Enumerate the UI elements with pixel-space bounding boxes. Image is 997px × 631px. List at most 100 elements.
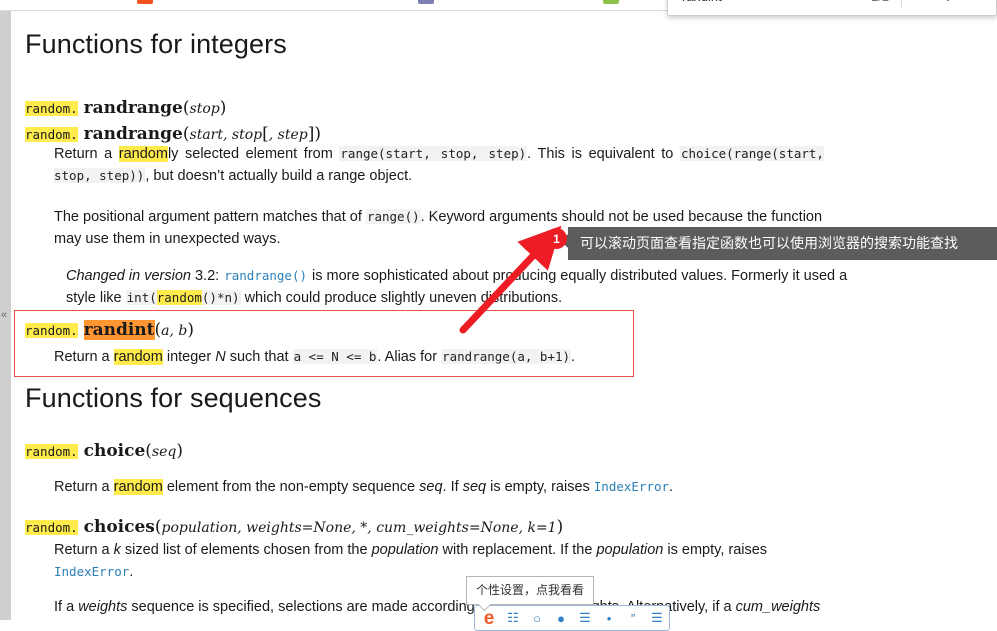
person-icon[interactable]: ● (551, 608, 571, 628)
function-name: randrange (83, 98, 183, 118)
text-fragment: which could produce slightly uneven dist… (240, 290, 563, 306)
text-fragment: The positional argument pattern matches … (54, 209, 366, 225)
close-paren: ) (219, 98, 227, 118)
text-fragment: . If (442, 479, 463, 495)
open-paren: ( (182, 124, 190, 144)
callout-tooltip-2-label: 个性设置，点我看看 (476, 583, 585, 597)
gutter-collapse-marker[interactable]: « (1, 310, 7, 321)
bookmark-icon-3[interactable] (603, 0, 619, 4)
code-fragment: int( (126, 290, 157, 305)
param-seq: seq (462, 479, 487, 495)
paragraph-choice-return: Return a random element from the non-emp… (54, 476, 844, 498)
code-fragment: ()*n) (201, 290, 240, 305)
open-paren: ( (182, 98, 190, 118)
module-prefix: random. (25, 520, 78, 535)
callout-badge-1: 1 (546, 228, 567, 249)
module-prefix: random. (25, 101, 78, 116)
function-params: seq (151, 444, 177, 460)
menu-icon[interactable]: ☰ (647, 608, 667, 628)
bookmark-icon-1[interactable] (137, 0, 153, 4)
quote-icon[interactable]: ” (623, 608, 643, 628)
find-next-button[interactable]: ⌄ (934, 0, 962, 11)
close-paren: ) (314, 124, 321, 144)
heading-functions-for-sequences: Functions for sequences (25, 383, 322, 413)
close-paren: ) (556, 517, 564, 537)
text-fragment: ly selected element from (167, 146, 340, 162)
param-population: population (596, 542, 664, 558)
heading-functions-for-integers: Functions for integers (25, 29, 287, 59)
link-indexerror[interactable]: IndexError (594, 479, 669, 494)
function-params: stop (189, 101, 220, 117)
text-fragment: such that (225, 349, 293, 365)
text-fragment: is empty, raises (486, 479, 594, 495)
find-separator (901, 0, 902, 7)
paragraph-changed-in-version: Changed in version 3.2: randrange() is m… (66, 265, 856, 309)
signature-randrange-stop: random. randrange(stop) (25, 95, 226, 122)
module-prefix: random. (25, 127, 78, 142)
page-bottom-toolbar[interactable]: e ☷ ○ ● ☰ • ” ☰ (474, 605, 670, 631)
inline-code-range-call: range() (365, 209, 421, 224)
text-fragment: Return a (54, 349, 114, 365)
randint-highlighted-block: random. randint(a, b) Return a random in… (14, 310, 634, 377)
inline-code-range: range(start, stop, step) (339, 146, 528, 161)
search-highlight: random (118, 146, 168, 162)
param-k: k (113, 542, 121, 558)
text-fragment: . (669, 479, 674, 495)
dot-icon[interactable]: • (599, 608, 619, 628)
find-close-button[interactable]: ✕ (962, 0, 990, 11)
paragraph-choices-weights: If a weights sequence is specified, sele… (54, 596, 844, 620)
text-fragment: with replacement. If the (438, 542, 597, 558)
callout-tooltip-2[interactable]: 个性设置，点我看看 (466, 576, 595, 605)
open-paren: ( (154, 517, 162, 537)
text-fragment: . Alias for (377, 349, 442, 365)
text-fragment: . (571, 349, 576, 365)
signature-choices: random. choices(population, weights=None… (25, 514, 563, 541)
function-params: start, stop (189, 127, 263, 143)
callout-tooltip-1: 可以滚动页面查看指定函数也可以使用浏览器的搜索功能查找 (561, 227, 997, 260)
inline-code-randrange-call: randrange() (224, 268, 308, 283)
version-number: 3.2 (194, 268, 216, 284)
text-fragment: : (215, 268, 224, 284)
inline-code-int-random: int(random()*n) (125, 290, 241, 305)
list-icon[interactable]: ☰ (575, 608, 595, 628)
function-name: choices (83, 517, 155, 537)
text-fragment: is empty, raises (663, 542, 768, 558)
param-weights: weights (78, 599, 128, 615)
optional-params: , step (268, 127, 308, 143)
find-in-page-bar[interactable]: 1/1 ⌃ ⌄ ✕ (667, 0, 997, 16)
param-n: N (215, 349, 226, 365)
search-highlight: random (113, 479, 163, 495)
text-fragment: Return a (54, 542, 114, 558)
text-fragment: integer (162, 349, 216, 365)
text-fragment: sized list of elements chosen from the (120, 542, 372, 558)
param-cum-weights: cum_weights (735, 599, 821, 615)
browser-brand-icon[interactable]: e (479, 608, 499, 628)
link-indexerror[interactable]: IndexError (54, 564, 129, 579)
close-paren: ) (176, 441, 184, 461)
function-params: a, b (161, 323, 188, 339)
paragraph-choices-return: Return a k sized list of elements chosen… (54, 539, 844, 583)
module-prefix: random. (25, 323, 78, 338)
tooltip-pointer-icon (479, 604, 491, 611)
text-fragment: element from the non-empty sequence (162, 479, 420, 495)
grid-icon[interactable]: ☷ (503, 608, 523, 628)
find-prev-button[interactable]: ⌃ (906, 0, 934, 11)
signature-randint: random. randint(a, b) (25, 317, 625, 344)
function-name: choice (83, 441, 146, 461)
find-match-count: 1/1 (871, 0, 889, 4)
signature-choice: random. choice(seq) (25, 438, 183, 465)
search-highlight: random (156, 290, 202, 305)
bookmark-icon-2[interactable] (418, 0, 434, 4)
function-name: randrange (83, 124, 183, 144)
circle-icon[interactable]: ○ (527, 608, 547, 628)
module-prefix: random. (25, 444, 78, 459)
text-fragment: . This is equivalent to (527, 146, 680, 162)
search-highlight: random (113, 349, 163, 365)
paragraph-randrange-return: Return a randomly selected element from … (54, 143, 824, 187)
text-fragment: Return a (54, 146, 119, 162)
text-fragment: Return a (54, 479, 114, 495)
function-params: population, weights=None, *, cum_weights… (161, 520, 557, 536)
optional-open-bracket: [ (262, 124, 269, 144)
text-fragment: , but doesn’t actually build a range obj… (145, 168, 413, 184)
find-input[interactable] (682, 0, 871, 4)
